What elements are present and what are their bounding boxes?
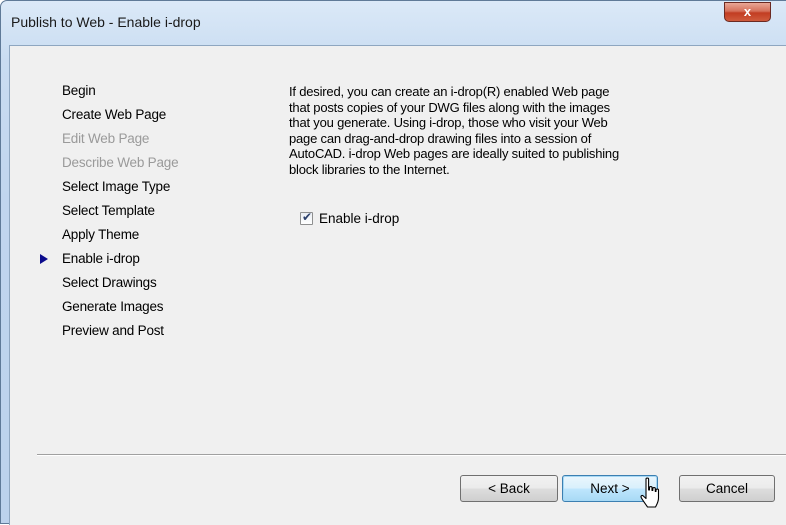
- description-line: that you generate. Using i-drop, those w…: [289, 115, 608, 130]
- button-divider: [37, 454, 786, 456]
- enable-i-drop-label[interactable]: Enable i-drop: [319, 211, 399, 226]
- step-enable-i-drop: Enable i-drop: [62, 251, 140, 266]
- step-select-drawings: Select Drawings: [62, 275, 157, 290]
- step-create-web-page: Create Web Page: [62, 107, 167, 122]
- step-generate-images: Generate Images: [62, 299, 164, 314]
- description-line: AutoCAD. i-drop Web pages are ideally su…: [289, 146, 619, 161]
- description-line: that posts copies of your DWG files alon…: [289, 99, 610, 115]
- step-begin: Begin: [62, 83, 96, 98]
- description-line: If desired, you can create an i-drop(R) …: [289, 84, 610, 99]
- dialog-body: Begin Create Web Page Edit Web Page Desc…: [9, 45, 786, 525]
- step-describe-web-page: Describe Web Page: [62, 155, 179, 170]
- step-apply-theme: Apply Theme: [62, 227, 140, 242]
- step-select-image-type: Select Image Type: [62, 179, 171, 194]
- description-line: page can drag-and-drop drawing files int…: [289, 130, 592, 146]
- back-button[interactable]: < Back: [460, 475, 558, 502]
- enable-i-drop-checkbox[interactable]: ✔: [300, 210, 313, 225]
- step-preview-and-post: Preview and Post: [62, 323, 164, 338]
- title-bar[interactable]: Publish to Web - Enable i-drop x: [1, 1, 786, 37]
- description-text: If desired, you can create an i-drop(R) …: [289, 84, 689, 177]
- current-step-arrow-icon: [40, 254, 48, 264]
- window-title: Publish to Web - Enable i-drop: [11, 14, 201, 30]
- step-select-template: Select Template: [62, 203, 155, 218]
- cancel-button[interactable]: Cancel: [679, 475, 775, 502]
- close-button[interactable]: x: [724, 2, 771, 22]
- publish-to-web-dialog: Publish to Web - Enable i-drop x Begin C…: [0, 0, 786, 525]
- step-edit-web-page: Edit Web Page: [62, 131, 150, 146]
- close-icon: x: [743, 4, 752, 19]
- checkmark-icon: ✔: [302, 210, 313, 224]
- mouse-pointer-icon: [640, 477, 660, 508]
- description-line: block libraries to the Internet.: [289, 161, 450, 177]
